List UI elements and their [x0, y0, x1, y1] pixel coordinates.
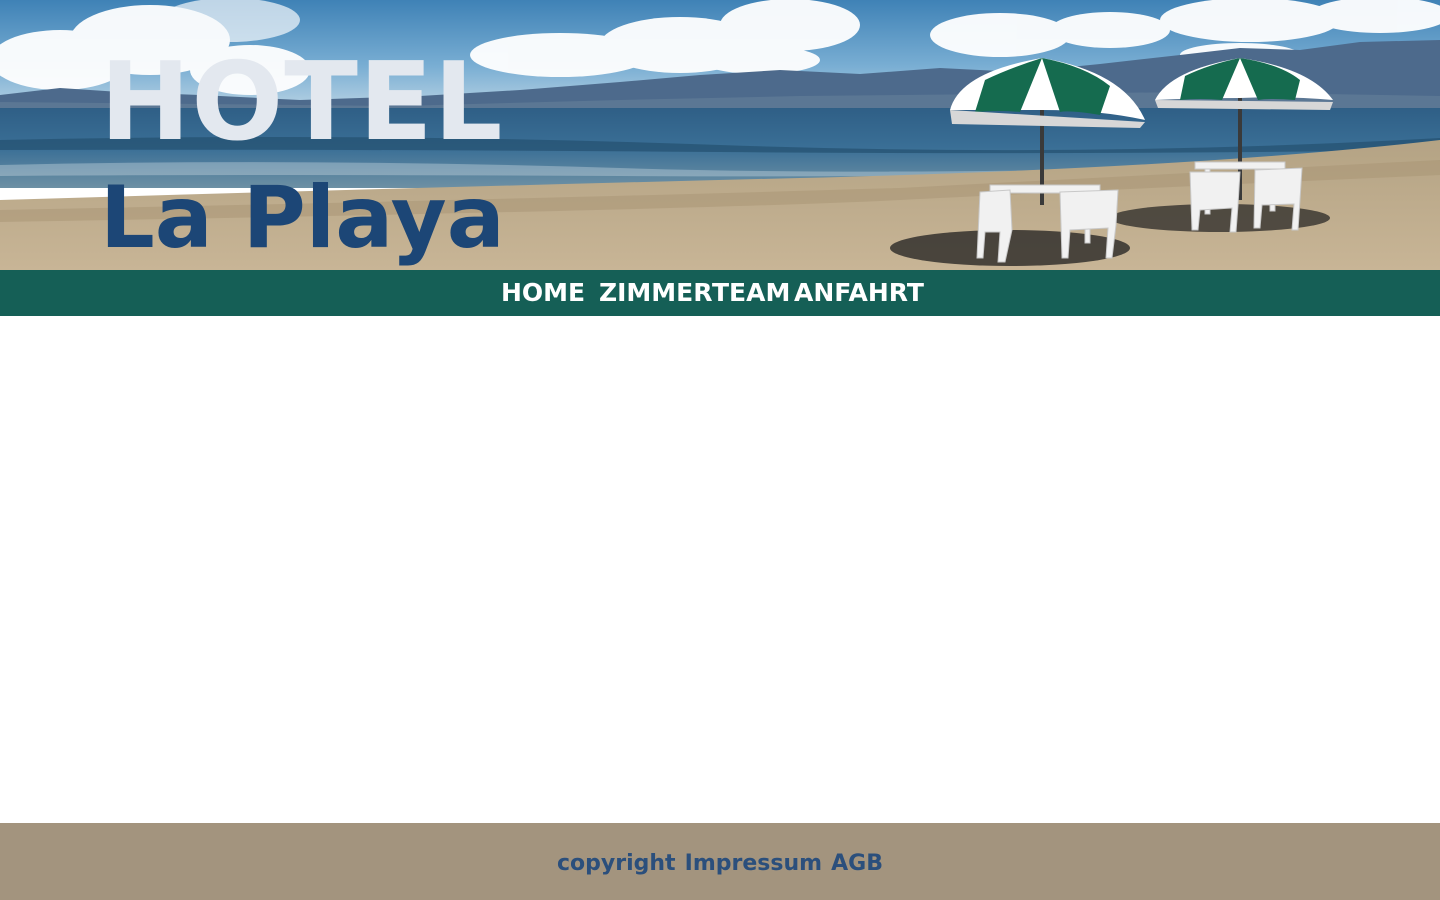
hotel-title: HOTEL	[100, 40, 504, 165]
footer-link-agb[interactable]: AGB	[831, 851, 883, 876]
nav-team[interactable]: TEAM	[712, 278, 790, 308]
footer: copyright Impressum AGB	[0, 823, 1440, 900]
header-banner: HOTEL La Playa	[0, 0, 1440, 270]
content-area	[0, 316, 1440, 823]
nav-home[interactable]: HOME	[501, 278, 585, 308]
nav-zimmer[interactable]: ZIMMER	[599, 278, 713, 308]
footer-links: copyright Impressum AGB	[0, 851, 1440, 876]
nav-anfahrt[interactable]: ANFAHRT	[794, 278, 924, 308]
footer-link-impressum[interactable]: Impressum	[685, 851, 822, 876]
hotel-name: La Playa	[100, 168, 505, 268]
footer-link-copyright[interactable]: copyright	[557, 851, 676, 876]
main-navigation: HOME ZIMMER TEAM ANFAHRT	[0, 270, 1440, 316]
